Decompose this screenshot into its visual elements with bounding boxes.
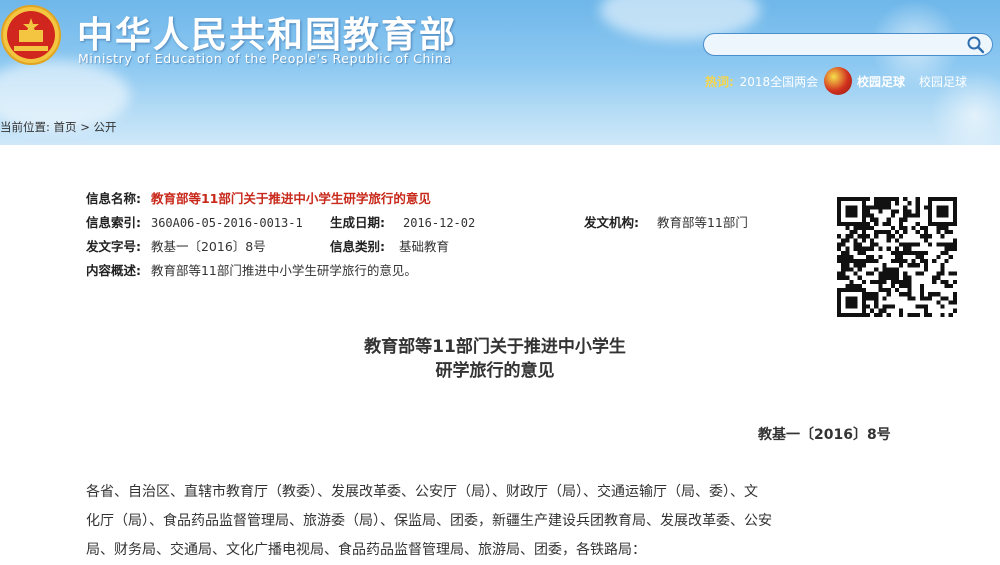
site-subtitle: Ministry of Education of the People's Re… [78, 51, 452, 66]
info-org-value: 教育部等11部门 [656, 215, 748, 230]
breadcrumb-prefix: 当前位置: [0, 120, 50, 134]
breadcrumb: 当前位置: 首页 > 公开 [0, 119, 116, 135]
football-icon[interactable] [824, 67, 852, 95]
paragraph-line: 化厅（局）、食品药品监督管理局、旅游委（局）、保监局、团委，新疆生产建设兵团教育… [86, 513, 772, 529]
info-index-value: 360A06-05-2016-0013-1 [150, 216, 303, 230]
info-index-row: 信息索引: 360A06-05-2016-0013-1 [86, 212, 303, 231]
article-doc-number: 教基一〔2016〕8号 [758, 427, 891, 443]
info-category-value: 基础教育 [398, 239, 449, 254]
search-icon[interactable] [966, 35, 986, 55]
national-emblem-icon[interactable] [0, 4, 62, 66]
info-date-row: 生成日期: 2016-12-02 [330, 212, 475, 231]
info-summary-label: 内容概述: [86, 263, 141, 278]
info-summary-value: 教育部等11部门推进中小学生研学旅行的意见。 [150, 263, 417, 278]
info-org-row: 发文机构: 教育部等11部门 [584, 212, 748, 231]
search-input[interactable] [714, 36, 958, 55]
info-name-label: 信息名称: [86, 191, 141, 206]
info-name-row: 信息名称: 教育部等11部门关于推进中小学生研学旅行的意见 [86, 188, 431, 207]
info-date-value: 2016-12-02 [402, 216, 476, 230]
qr-code [837, 197, 957, 317]
info-index-label: 信息索引: [86, 215, 141, 230]
breadcrumb-home[interactable]: 首页 [54, 120, 77, 134]
paragraph-line: 各省、自治区、直辖市教育厅（教委）、发展改革委、公安厅（局）、财政厅（局）、交通… [86, 484, 758, 500]
info-category-row: 信息类别: 基础教育 [330, 236, 449, 255]
info-org-label: 发文机构: [584, 215, 639, 230]
hot-words-label: 热词: [705, 75, 734, 89]
breadcrumb-current[interactable]: 公开 [93, 120, 116, 134]
paragraph-line: 局、财务局、交通局、文化广播电视局、食品药品监督管理局、旅游局、团委，各铁路局： [86, 542, 646, 558]
info-name-value: 教育部等11部门关于推进中小学生研学旅行的意见 [150, 191, 431, 206]
info-category-label: 信息类别: [330, 239, 385, 254]
info-summary-row: 内容概述: 教育部等11部门推进中小学生研学旅行的意见。 [86, 260, 417, 279]
info-docno-value: 教基一〔2016〕8号 [150, 239, 266, 254]
site-header: 中华人民共和国教育部 Ministry of Education of the … [0, 0, 1000, 145]
info-date-label: 生成日期: [330, 215, 385, 230]
campus-football-link[interactable]: 校园足球 [919, 73, 967, 90]
article-title-line-1: 教育部等11部门关于推进中小学生 [364, 337, 626, 357]
info-docno-label: 发文字号: [86, 239, 141, 254]
campus-football-link-bold[interactable]: 校园足球 [857, 73, 905, 90]
article-title-line-2: 研学旅行的意见 [435, 361, 555, 381]
hot-words: 热词: 2018全国两会 [705, 73, 818, 90]
hot-word-link[interactable]: 2018全国两会 [740, 75, 819, 89]
breadcrumb-separator: > [80, 120, 90, 134]
search-box [703, 33, 993, 56]
info-docno-row: 发文字号: 教基一〔2016〕8号 [86, 236, 266, 255]
article-paragraph: 各省、自治区、直辖市教育厅（教委）、发展改革委、公安厅（局）、财政厅（局）、交通… [86, 478, 906, 565]
